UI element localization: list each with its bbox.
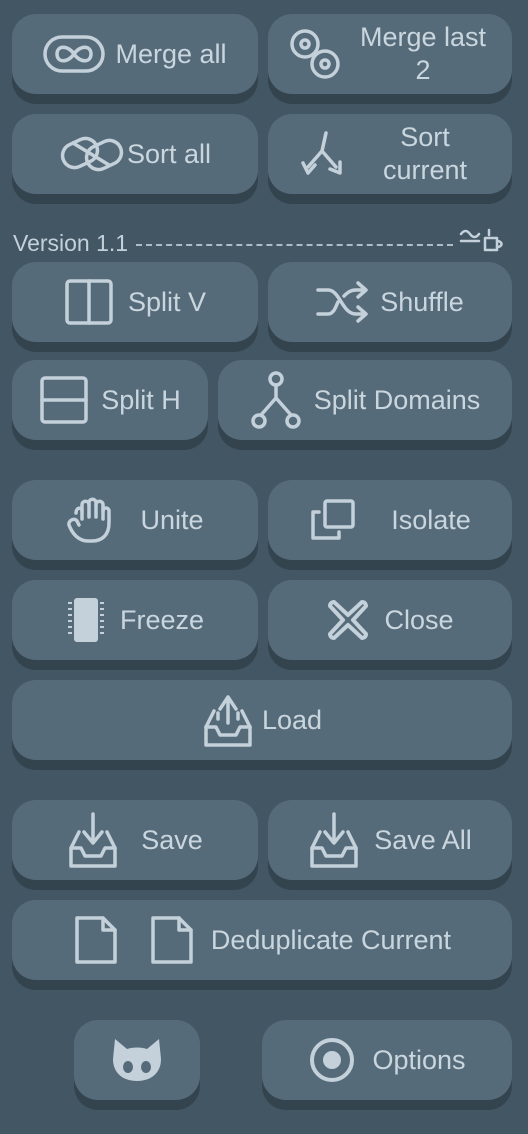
close-button[interactable]: Close xyxy=(268,580,512,660)
sort-current-label: Sort current xyxy=(382,122,468,185)
sort-all-label: Sort all xyxy=(126,138,212,169)
window-restore-icon xyxy=(309,498,357,542)
shuffle-icon xyxy=(316,280,370,324)
tree-icon xyxy=(250,370,302,430)
split-v-button[interactable]: Split V xyxy=(12,262,258,342)
deduplicate-current-button[interactable]: Deduplicate Current xyxy=(12,900,512,980)
hand-icon xyxy=(66,497,116,543)
shuffle-label: Shuffle xyxy=(380,286,464,317)
split-h-label: Split H xyxy=(101,384,181,415)
save-label: Save xyxy=(141,824,203,855)
save-all-label: Save All xyxy=(374,824,472,855)
load-label: Load xyxy=(261,704,323,735)
merge-all-label: Merge all xyxy=(115,38,227,69)
split-vertical-icon xyxy=(64,278,114,326)
save-all-button[interactable]: Save All xyxy=(268,800,512,880)
split-domains-label: Split Domains xyxy=(313,384,481,415)
version-divider xyxy=(136,244,453,246)
load-button[interactable]: Load xyxy=(12,680,512,760)
close-x-icon xyxy=(326,598,370,642)
close-label: Close xyxy=(384,604,454,635)
version-text: Version 1.1 xyxy=(13,229,129,256)
isolate-label: Isolate xyxy=(391,504,471,535)
sort-current-button[interactable]: Sort current xyxy=(268,114,512,194)
github-icon xyxy=(111,1037,163,1083)
isolate-button[interactable]: Isolate xyxy=(268,480,512,560)
freeze-label: Freeze xyxy=(119,604,205,635)
unite-label: Unite xyxy=(140,504,204,535)
tray-download-icon xyxy=(308,810,360,870)
tray-upload-icon xyxy=(202,691,254,749)
split-v-label: Split V xyxy=(127,286,207,317)
merge-all-button[interactable]: Merge all xyxy=(12,14,258,94)
record-circle-icon xyxy=(308,1036,356,1084)
sort-all-button[interactable]: Sort all xyxy=(12,114,258,194)
merge-last-2-button[interactable]: Merge last 2 xyxy=(268,14,512,94)
merge-last-2-label: Merge last 2 xyxy=(359,22,487,85)
split-horizontal-icon xyxy=(39,375,89,425)
split-arrows-icon xyxy=(300,129,346,179)
options-button[interactable]: Options xyxy=(262,1020,512,1100)
version-line: Version 1.1 xyxy=(13,228,505,258)
tray-download-icon xyxy=(67,810,119,870)
github-button[interactable] xyxy=(74,1020,200,1100)
deduplicate-current-label: Deduplicate Current xyxy=(210,924,452,955)
shuffle-button[interactable]: Shuffle xyxy=(268,262,512,342)
duplicate-files-icon xyxy=(73,915,197,965)
infinity-icon xyxy=(43,33,106,75)
split-domains-button[interactable]: Split Domains xyxy=(218,360,512,440)
save-button[interactable]: Save xyxy=(12,800,258,880)
link-icon xyxy=(287,26,343,82)
split-h-button[interactable]: Split H xyxy=(12,360,208,440)
chip-icon xyxy=(66,594,106,646)
freeze-button[interactable]: Freeze xyxy=(12,580,258,660)
chain-link-icon xyxy=(59,129,125,179)
unite-button[interactable]: Unite xyxy=(12,480,258,560)
options-label: Options xyxy=(372,1044,466,1075)
coffee-cup-icon xyxy=(459,226,505,260)
